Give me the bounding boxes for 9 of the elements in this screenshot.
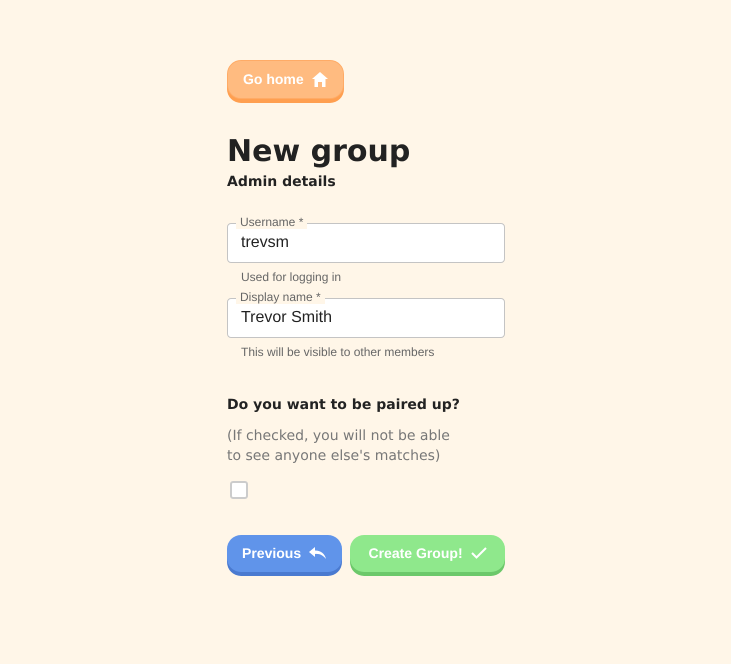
question-text: Do you want to be paired up?	[227, 396, 461, 415]
field-label: Display name *	[236, 290, 325, 304]
section-heading: Admin details	[227, 173, 337, 192]
page-title: New group	[227, 135, 412, 168]
helper-text: This will be visible to other members	[241, 344, 436, 361]
note-text: (If checked, you will not be able to see anyone else's matches)	[227, 427, 451, 466]
field-label: Username *	[236, 215, 308, 229]
helper-text: Used for logging in	[241, 269, 342, 286]
previous-button[interactable]: Previous	[227, 534, 342, 572]
